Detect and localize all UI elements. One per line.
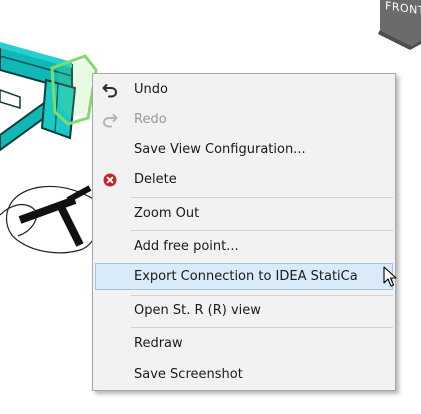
menu-label-delete: Delete xyxy=(134,172,177,187)
menu-separator xyxy=(131,295,393,296)
menu-label-open-st-r-view: Open St. R (R) view xyxy=(134,303,261,318)
menu-item-save-view-configuration[interactable]: Save View Configuration... xyxy=(95,138,393,162)
menu-label-undo: Undo xyxy=(134,82,168,97)
menu-label-add-free-point: Add free point... xyxy=(134,239,239,254)
menu-separator xyxy=(131,230,393,231)
menu-label-save-view-configuration: Save View Configuration... xyxy=(134,142,306,157)
menu-label-export-connection-idea-statica: Export Connection to IDEA StatiCa xyxy=(134,269,358,284)
undo-icon xyxy=(102,84,118,98)
menu-label-redraw: Redraw xyxy=(134,336,183,351)
menu-label-redo: Redo xyxy=(134,112,167,127)
menu-item-redraw[interactable]: Redraw xyxy=(95,332,393,356)
delete-icon xyxy=(103,173,117,187)
menu-separator xyxy=(131,327,393,328)
menu-item-delete[interactable]: Delete xyxy=(95,168,393,192)
menu-item-open-st-r-view[interactable]: Open St. R (R) view xyxy=(95,299,393,323)
menu-item-zoom-out[interactable]: Zoom Out xyxy=(95,202,393,226)
menu-label-save-screenshot: Save Screenshot xyxy=(134,367,243,382)
menu-label-zoom-out: Zoom Out xyxy=(134,206,200,221)
context-menu: Undo Redo Save View Configuration... Del… xyxy=(92,73,396,391)
menu-item-add-free-point[interactable]: Add free point... xyxy=(95,235,393,259)
menu-item-undo[interactable]: Undo xyxy=(95,78,393,102)
menu-item-save-screenshot[interactable]: Save Screenshot xyxy=(95,363,393,387)
menu-item-redo[interactable]: Redo xyxy=(95,108,393,132)
redo-icon xyxy=(102,114,118,128)
model-viewport[interactable]: FRONT Undo Redo Save View Configuration.… xyxy=(0,0,421,414)
mouse-cursor-icon xyxy=(383,266,397,287)
menu-separator xyxy=(131,197,393,198)
axis-label-glyph xyxy=(0,185,102,254)
menu-item-export-connection-idea-statica[interactable]: Export Connection to IDEA StatiCa xyxy=(95,263,393,290)
